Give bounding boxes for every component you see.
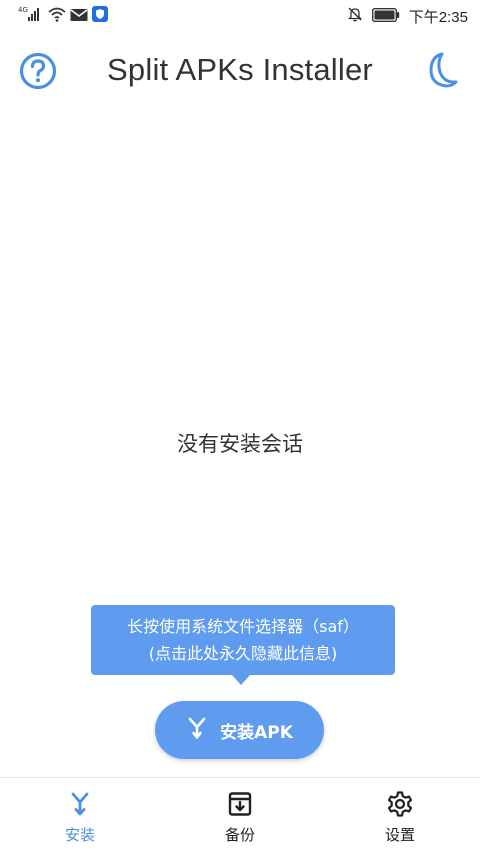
signal-icon: 4G [18,6,44,26]
moon-icon [418,52,462,97]
nav-label-install: 安装 [64,826,95,844]
nav-item-settings[interactable]: 设置 [320,790,480,850]
tooltip-line-1: 长按使用系统文件选择器（saf） [127,617,359,636]
status-bar: 4G 下午2:35 [0,0,480,32]
archive-icon [226,790,254,818]
status-bar-right: 下午2:35 [347,5,468,27]
shield-icon [92,6,108,26]
empty-sessions-message: 没有安装会话 [177,432,303,456]
merge-icon [186,716,208,745]
status-bar-left: 4G [18,6,108,26]
app-title: Split APKs Installer [107,52,373,87]
saf-hint-tooltip[interactable]: 长按使用系统文件选择器（saf） (点击此处永久隐藏此信息) [91,605,395,675]
install-apk-label: 安装APK [220,722,293,743]
tooltip-arrow [232,675,250,685]
nav-item-install[interactable]: 安装 [0,790,160,850]
status-time: 下午2:35 [408,8,468,26]
bottom-navigation: 安装 备份 设置 [0,777,480,854]
mute-bell-icon [347,6,363,26]
nav-label-backup: 备份 [224,826,255,844]
app-bar: Split APKs Installer [0,40,480,102]
wifi-icon [48,6,66,26]
battery-icon [371,7,400,26]
merge-icon [66,790,94,818]
nav-item-backup[interactable]: 备份 [160,790,320,850]
svg-text:4G: 4G [18,6,28,14]
nav-label-settings: 设置 [384,826,415,844]
mail-icon [70,7,88,26]
theme-toggle-button[interactable] [418,49,462,93]
install-apk-button[interactable]: 安装APK [155,701,324,759]
tooltip-line-2: (点击此处永久隐藏此信息) [148,644,338,663]
gear-icon [386,790,414,818]
